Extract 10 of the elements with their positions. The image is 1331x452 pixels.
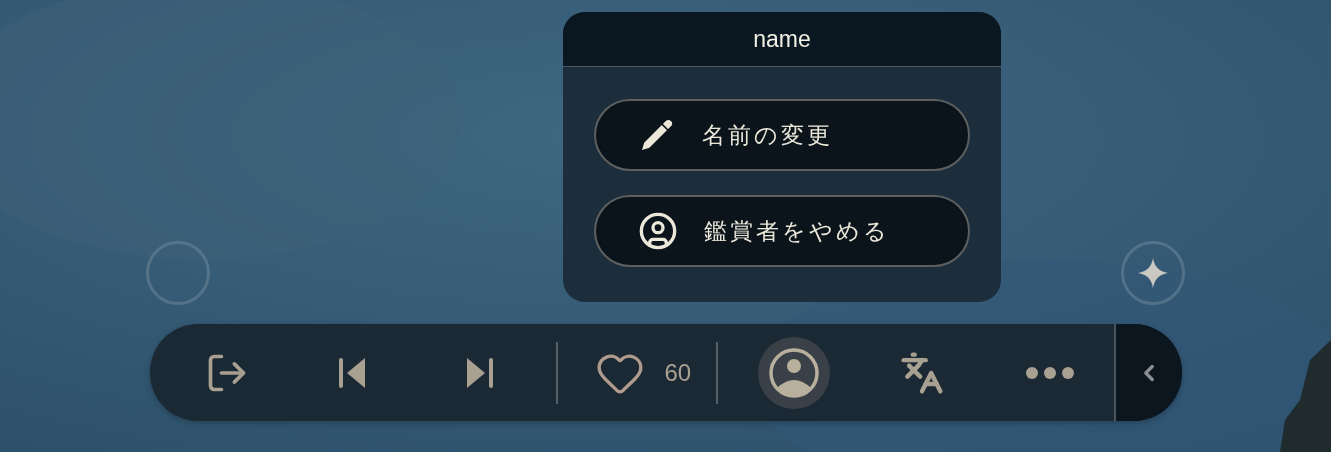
translate-icon bbox=[899, 350, 944, 395]
popup-title: name bbox=[753, 25, 811, 53]
user-icon bbox=[767, 346, 820, 399]
more-icon bbox=[1024, 365, 1075, 380]
rename-button[interactable]: 名前の変更 bbox=[594, 99, 970, 171]
like-count: 60 bbox=[664, 358, 692, 387]
like-button[interactable]: 60 bbox=[571, 336, 704, 409]
sparkle-button[interactable] bbox=[1121, 241, 1185, 305]
user-icon bbox=[638, 211, 678, 251]
leave-button[interactable]: 鑑賞者をやめる bbox=[594, 195, 970, 267]
